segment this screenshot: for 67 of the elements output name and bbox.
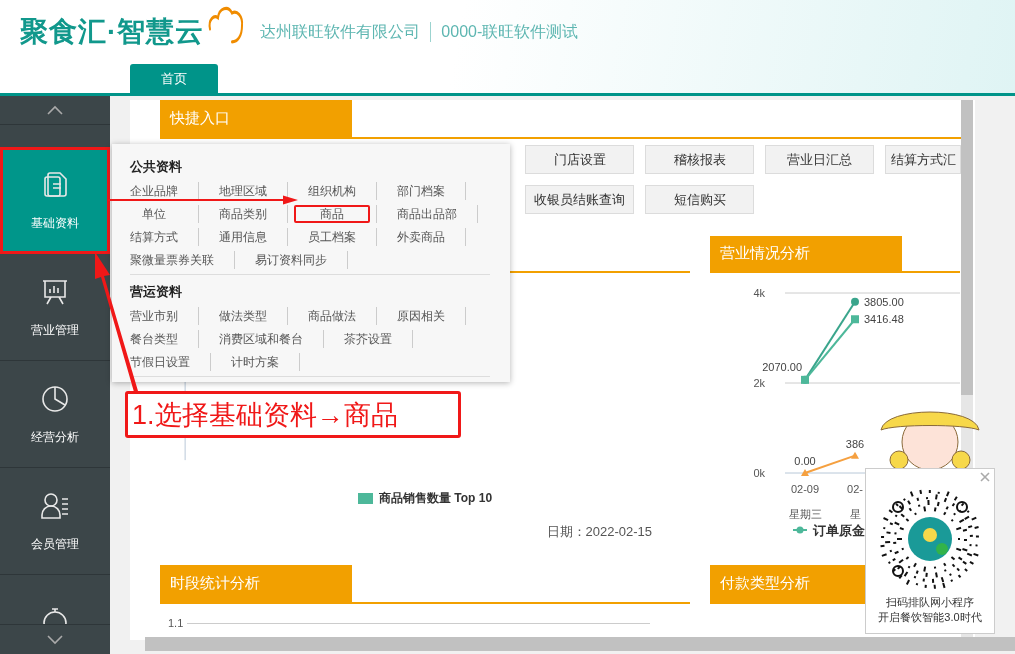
menu-item[interactable]: 商品类别 <box>205 204 281 223</box>
section-title: 营业情况分析 <box>710 236 902 271</box>
menu-item[interactable]: 单位 <box>116 204 192 223</box>
menu-item[interactable]: 通用信息 <box>205 227 281 246</box>
shortcut-button[interactable]: 结算方式汇 <box>885 145 961 174</box>
shortcut-button[interactable]: 门店设置 <box>525 145 634 174</box>
shortcut-button[interactable]: 收银员结账查询 <box>525 185 634 214</box>
menu-item[interactable]: 企业品牌 <box>116 181 192 200</box>
axis-label: 02-09 <box>790 483 820 495</box>
section-title: 时段统计分析 <box>160 565 352 602</box>
data-label: 386 <box>845 437 865 450</box>
menu-item[interactable]: 原因相关 <box>383 306 459 325</box>
sidebar-item[interactable]: 基础资料 <box>0 147 110 254</box>
data-label: 2070.00 <box>762 360 802 373</box>
axis-label: 星期三 <box>788 508 822 520</box>
close-button[interactable] <box>978 470 992 484</box>
point <box>851 297 859 306</box>
axis-label: 星 <box>849 508 861 520</box>
axis-label: 02- <box>847 483 863 495</box>
menu-item[interactable]: 组织机构 <box>294 181 370 200</box>
data-label: 3416.48 <box>864 313 904 326</box>
menu-item[interactable]: 易订资料同步 <box>241 250 341 269</box>
data-label: 0.00 <box>794 455 816 467</box>
annotation-callout: 1.选择基础资料→商品 <box>125 391 461 438</box>
menu-item[interactable]: 地理区域 <box>205 181 281 200</box>
axis-label: 0k <box>753 467 765 479</box>
menu-item[interactable]: 商品 <box>294 204 370 223</box>
tab[interactable]: 首页 <box>130 64 218 93</box>
legend-label: 订单原金 <box>813 523 865 538</box>
menu-item[interactable]: 商品做法 <box>294 306 370 325</box>
menu-item[interactable]: 计时方案 <box>217 352 293 371</box>
store-name: 0000-联旺软件测试 <box>441 21 579 42</box>
company-name: 达州联旺软件有限公司 <box>260 21 421 42</box>
menu-item[interactable]: 餐台类型 <box>116 329 192 348</box>
menu-item[interactable]: 部门档案 <box>383 181 459 200</box>
point <box>851 315 859 324</box>
menu-item[interactable]: 营业市别 <box>116 306 192 325</box>
menu-item[interactable]: 聚微量票券关联 <box>116 250 228 269</box>
menu-item[interactable]: 消费区域和餐台 <box>205 329 317 348</box>
menu-section-title: 公共资料 <box>130 158 183 176</box>
chevron-down-icon <box>47 634 63 645</box>
close-icon <box>978 470 992 484</box>
menu-section-title: 营运资料 <box>130 283 183 301</box>
menu-item[interactable]: 商品出品部 <box>383 204 471 223</box>
data-label: 3805.00 <box>864 295 904 308</box>
section-title: 快捷入口 <box>160 100 352 137</box>
legend-label: 商品销售数量 Top 10 <box>378 490 493 507</box>
menu-item[interactable]: 茶芥设置 <box>330 329 406 348</box>
axis-label: 2k <box>753 377 765 389</box>
scrollbar-thumb[interactable] <box>145 637 1015 651</box>
date-label: 日期：2022-02-15 <box>546 523 652 541</box>
menu-item[interactable]: 节假日设置 <box>116 352 204 371</box>
menu-item[interactable]: 做法类型 <box>205 306 281 325</box>
menu-item[interactable]: 外卖商品 <box>383 227 459 246</box>
menu-item[interactable]: 员工档案 <box>294 227 370 246</box>
scrollbar-thumb[interactable] <box>961 100 973 395</box>
popup-caption: 扫码排队网小程序 开启餐饮智能3.0时代 <box>878 595 982 625</box>
axis-label: 4k <box>753 287 765 299</box>
shortcut-button[interactable]: 稽核报表 <box>645 145 754 174</box>
axis-label: 1.1 <box>168 617 184 629</box>
chevron-up-icon <box>47 105 63 115</box>
legend-marker <box>792 526 808 534</box>
logo: 聚食汇·智慧云 <box>20 15 205 49</box>
menu-item[interactable]: 结算方式 <box>116 227 192 246</box>
shortcut-button[interactable]: 营业日汇总 <box>765 145 874 174</box>
section-title: 付款类型分析 <box>710 565 865 602</box>
shortcut-button[interactable]: 短信购买 <box>645 185 754 214</box>
